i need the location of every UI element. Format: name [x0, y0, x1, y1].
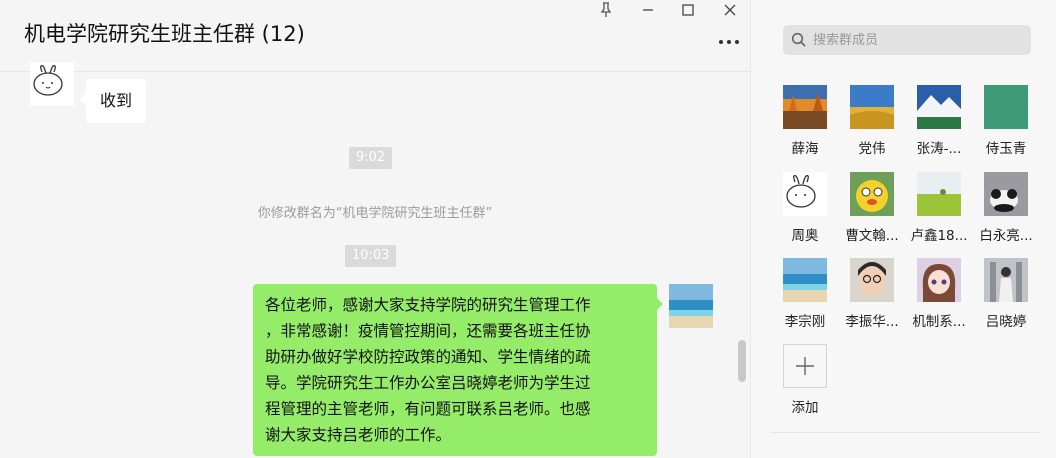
member-name: 党伟	[858, 141, 886, 157]
member-item[interactable]: 李振华...	[840, 258, 904, 334]
member-avatar	[783, 172, 827, 216]
member-name: 侍玉青	[985, 141, 1027, 157]
add-member-label: 添加	[791, 400, 819, 416]
member-item[interactable]: 侍玉青	[974, 85, 1038, 161]
member-avatar	[917, 172, 961, 216]
member-avatar	[917, 85, 961, 129]
member-avatar	[984, 258, 1028, 302]
member-name: 张涛-...	[916, 141, 962, 157]
member-item[interactable]: 张涛-...	[907, 85, 971, 161]
maximize-icon[interactable]	[668, 0, 708, 20]
member-avatar	[850, 172, 894, 216]
close-icon[interactable]	[710, 0, 750, 20]
member-item[interactable]: 吕晓婷	[974, 258, 1038, 334]
pin-icon[interactable]	[586, 0, 626, 20]
member-item[interactable]: 周奥	[773, 172, 837, 248]
received-message-bubble[interactable]: 收到	[79, 79, 147, 123]
member-avatar	[984, 85, 1028, 129]
member-item[interactable]: 机制系...	[907, 258, 971, 334]
member-name: 周奥	[791, 228, 819, 244]
member-item[interactable]: 卢鑫18...	[907, 172, 971, 248]
chat-title: 机电学院研究生班主任群 (12)	[24, 22, 305, 46]
more-options-icon[interactable]	[716, 30, 742, 50]
sent-message-bubble[interactable]: 各位老师，感谢大家支持学院的研究生管理工作 ，非常感谢！疫情管控期间，还需要各班…	[253, 284, 663, 456]
member-avatar	[783, 258, 827, 302]
member-name: 李宗刚	[784, 314, 826, 330]
member-name: 李振华...	[845, 314, 899, 330]
member-item[interactable]: 曹文翰...	[840, 172, 904, 248]
member-name: 薛海	[791, 141, 819, 157]
add-icon	[783, 344, 827, 388]
member-name: 曹文翰...	[845, 228, 899, 244]
sender-avatar[interactable]	[30, 62, 74, 106]
member-name: 卢鑫18...	[910, 228, 968, 244]
my-avatar[interactable]	[669, 284, 713, 328]
member-name: 机制系...	[912, 314, 966, 330]
member-item[interactable]: 薛海	[773, 85, 837, 161]
search-input[interactable]	[813, 25, 1023, 55]
member-avatar	[850, 85, 894, 129]
sidebar-divider	[771, 432, 1041, 433]
member-search[interactable]	[783, 25, 1031, 55]
search-icon	[791, 32, 806, 47]
member-avatar	[850, 258, 894, 302]
system-message: 你修改群名为“机电学院研究生班主任群”	[257, 206, 493, 221]
minimize-icon[interactable]	[628, 0, 668, 20]
time-separator: 10:03	[345, 245, 397, 267]
chat-pane: 机电学院研究生班主任群 (12) 收到 9:02 你修改群名为“机电学院研究生班…	[0, 0, 750, 458]
member-avatar	[917, 258, 961, 302]
time-separator: 9:02	[349, 147, 393, 169]
member-avatar	[783, 85, 827, 129]
member-name: 白永亮...	[979, 228, 1033, 244]
member-item[interactable]: 党伟	[840, 85, 904, 161]
chat-scrollbar[interactable]	[738, 340, 746, 382]
header-divider	[0, 71, 750, 72]
add-member-button[interactable]: 添加	[773, 344, 837, 420]
member-item[interactable]: 李宗刚	[773, 258, 837, 334]
member-avatar	[984, 172, 1028, 216]
member-item[interactable]: 白永亮...	[974, 172, 1038, 248]
member-name: 吕晓婷	[985, 314, 1027, 330]
